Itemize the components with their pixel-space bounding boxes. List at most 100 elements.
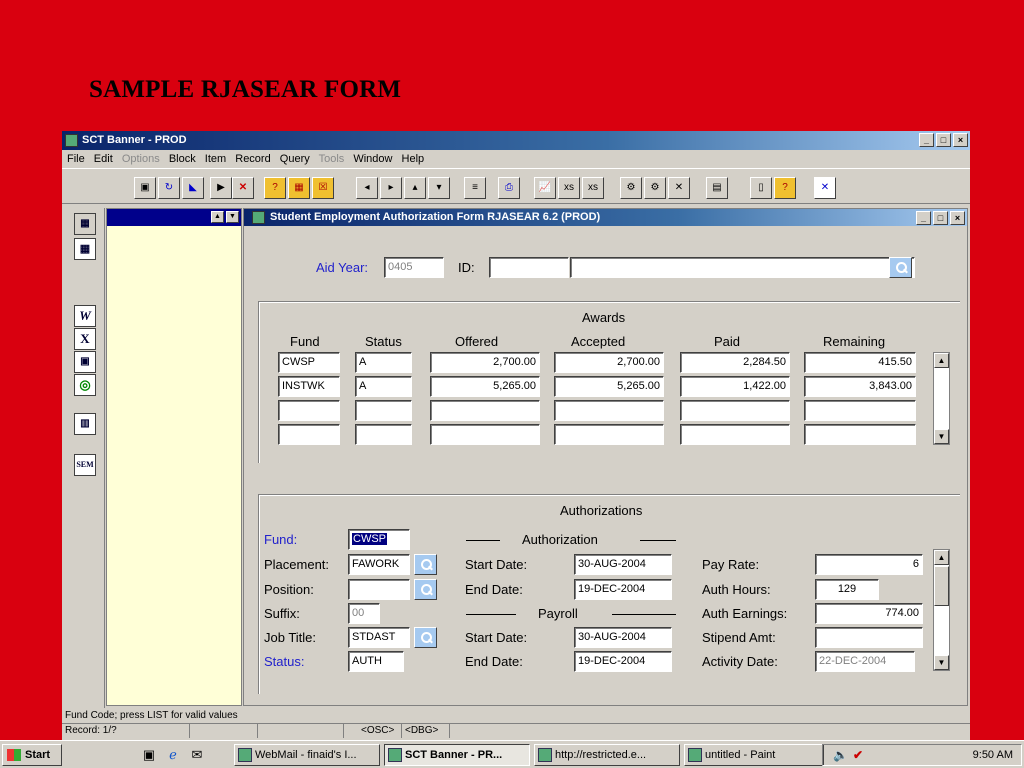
awards-scrollbar[interactable]: ▲ ▼ <box>933 352 950 445</box>
award-offered-cell[interactable] <box>430 424 540 445</box>
chart-icon[interactable]: 📈 <box>534 177 556 199</box>
auth-scroll-thumb[interactable] <box>934 566 949 606</box>
award-fund-cell[interactable]: INSTWK <box>278 376 340 397</box>
award-fund-cell[interactable]: CWSP <box>278 352 340 373</box>
award-paid-cell[interactable]: 2,284.50 <box>680 352 790 373</box>
cancel-query-icon[interactable]: ☒ <box>312 177 334 199</box>
job-title-field[interactable]: STDAST <box>348 627 410 648</box>
award-status-cell[interactable]: A <box>355 376 412 397</box>
placement-search-icon[interactable] <box>414 554 437 575</box>
task-webmail[interactable]: WebMail - finaid's I... <box>234 744 380 766</box>
next-record-icon[interactable]: ▾ <box>428 177 450 199</box>
award-paid-cell[interactable] <box>680 424 790 445</box>
aid-year-field[interactable]: 0405 <box>384 257 444 278</box>
award-remaining-cell[interactable] <box>804 424 916 445</box>
award-accepted-cell[interactable]: 5,265.00 <box>554 376 664 397</box>
close-button[interactable]: × <box>953 133 968 147</box>
stipend-amt-field[interactable] <box>815 627 923 648</box>
menu-block[interactable]: Block <box>169 153 196 165</box>
xs-icon[interactable]: xs <box>558 177 580 199</box>
refresh-icon[interactable]: ◎ <box>74 374 96 396</box>
pay-start-date-field[interactable]: 30-AUG-2004 <box>574 627 672 648</box>
auth-start-date-field[interactable]: 30-AUG-2004 <box>574 554 672 575</box>
position-field[interactable] <box>348 579 410 600</box>
insert-record-icon[interactable]: ▶ <box>210 177 232 199</box>
monitor-icon[interactable]: ▣ <box>74 351 96 373</box>
task-browser[interactable]: http://restricted.e... <box>534 744 680 766</box>
placement-field[interactable]: FAWORK <box>348 554 410 575</box>
list-icon[interactable]: ≡ <box>464 177 486 199</box>
task-sct-banner[interactable]: SCT Banner - PR... <box>384 744 530 766</box>
calendar-grid-icon[interactable]: ▦ <box>74 238 96 260</box>
clock[interactable]: 9:50 AM <box>973 745 1013 765</box>
award-fund-cell[interactable] <box>278 424 340 445</box>
award-fund-cell[interactable] <box>278 400 340 421</box>
outlook-icon[interactable]: ✉ <box>188 746 206 764</box>
award-paid-cell[interactable]: 1,422.00 <box>680 376 790 397</box>
menu-record[interactable]: Record <box>235 153 270 165</box>
enter-query-icon[interactable]: ? <box>264 177 286 199</box>
select-icon[interactable]: ◣ <box>182 177 204 199</box>
menu-window[interactable]: Window <box>353 153 392 165</box>
menu-query[interactable]: Query <box>280 153 310 165</box>
volume-icon[interactable]: 🔈 <box>833 748 848 762</box>
auth-scroll-up-icon[interactable]: ▲ <box>934 550 949 565</box>
position-search-icon[interactable] <box>414 579 437 600</box>
id-search-icon[interactable] <box>889 257 912 278</box>
form-close-button[interactable]: × <box>950 211 965 225</box>
tools-icon-2[interactable]: ⚙ <box>644 177 666 199</box>
auth-scroll-down-icon[interactable]: ▼ <box>934 655 949 670</box>
award-paid-cell[interactable] <box>680 400 790 421</box>
pay-rate-field[interactable]: 6 <box>815 554 923 575</box>
menu-item[interactable]: Item <box>205 153 226 165</box>
menu-help[interactable]: Help <box>402 153 425 165</box>
word-icon[interactable]: W <box>74 305 96 327</box>
awards-scroll-up-icon[interactable]: ▲ <box>934 353 949 368</box>
antivirus-icon[interactable]: ✔ <box>853 748 867 762</box>
internet-explorer-icon[interactable]: ℯ <box>164 746 182 764</box>
award-accepted-cell[interactable]: 2,700.00 <box>554 352 664 373</box>
chart-building-icon[interactable]: ▥ <box>74 413 96 435</box>
award-remaining-cell[interactable]: 3,843.00 <box>804 376 916 397</box>
sem-icon[interactable]: SEM <box>74 454 96 476</box>
awards-scroll-down-icon[interactable]: ▼ <box>934 429 949 444</box>
award-offered-cell[interactable] <box>430 400 540 421</box>
award-accepted-cell[interactable] <box>554 424 664 445</box>
minimize-button[interactable]: _ <box>919 133 934 147</box>
xs-options-icon[interactable]: xs <box>582 177 604 199</box>
tools-icon-1[interactable]: ⚙ <box>620 177 642 199</box>
form-maximize-button[interactable]: □ <box>933 211 948 225</box>
form-minimize-button[interactable]: _ <box>916 211 931 225</box>
status-field[interactable]: AUTH <box>348 651 404 672</box>
award-status-cell[interactable]: A <box>355 352 412 373</box>
tools-icon-3[interactable]: ✕ <box>668 177 690 199</box>
award-offered-cell[interactable]: 5,265.00 <box>430 376 540 397</box>
menu-edit[interactable]: Edit <box>94 153 113 165</box>
authorizations-scrollbar[interactable]: ▲ ▼ <box>933 549 950 671</box>
tree-up-icon[interactable]: ▲ <box>211 211 224 223</box>
calendar-icon[interactable]: ▤ <box>706 177 728 199</box>
book-icon[interactable]: ▯ <box>750 177 772 199</box>
suffix-field[interactable]: 00 <box>348 603 380 624</box>
menu-file[interactable]: File <box>67 153 85 165</box>
next-block-icon[interactable]: ▸ <box>380 177 402 199</box>
award-remaining-cell[interactable]: 415.50 <box>804 352 916 373</box>
excel-icon[interactable]: X <box>74 328 96 350</box>
help-icon[interactable]: ? <box>774 177 796 199</box>
app-titlebar[interactable]: SCT Banner - PROD _ □ × <box>62 131 970 150</box>
auth-end-date-field[interactable]: 19-DEC-2004 <box>574 579 672 600</box>
award-status-cell[interactable] <box>355 424 412 445</box>
task-paint[interactable]: untitled - Paint <box>684 744 824 766</box>
show-desktop-icon[interactable]: ▣ <box>140 746 158 764</box>
previous-block-icon[interactable]: ◂ <box>356 177 378 199</box>
start-button[interactable]: Start <box>2 744 62 766</box>
pay-end-date-field[interactable]: 19-DEC-2004 <box>574 651 672 672</box>
calculator-icon[interactable]: ▦ <box>74 213 96 235</box>
job-title-search-icon[interactable] <box>414 627 437 648</box>
maximize-button[interactable]: □ <box>936 133 951 147</box>
auth-earnings-field[interactable]: 774.00 <box>815 603 923 624</box>
remove-record-icon[interactable]: ✕ <box>232 177 254 199</box>
auth-hours-field[interactable]: 129 <box>815 579 879 600</box>
save-icon[interactable]: ▣ <box>134 177 156 199</box>
execute-query-icon[interactable]: ▦ <box>288 177 310 199</box>
